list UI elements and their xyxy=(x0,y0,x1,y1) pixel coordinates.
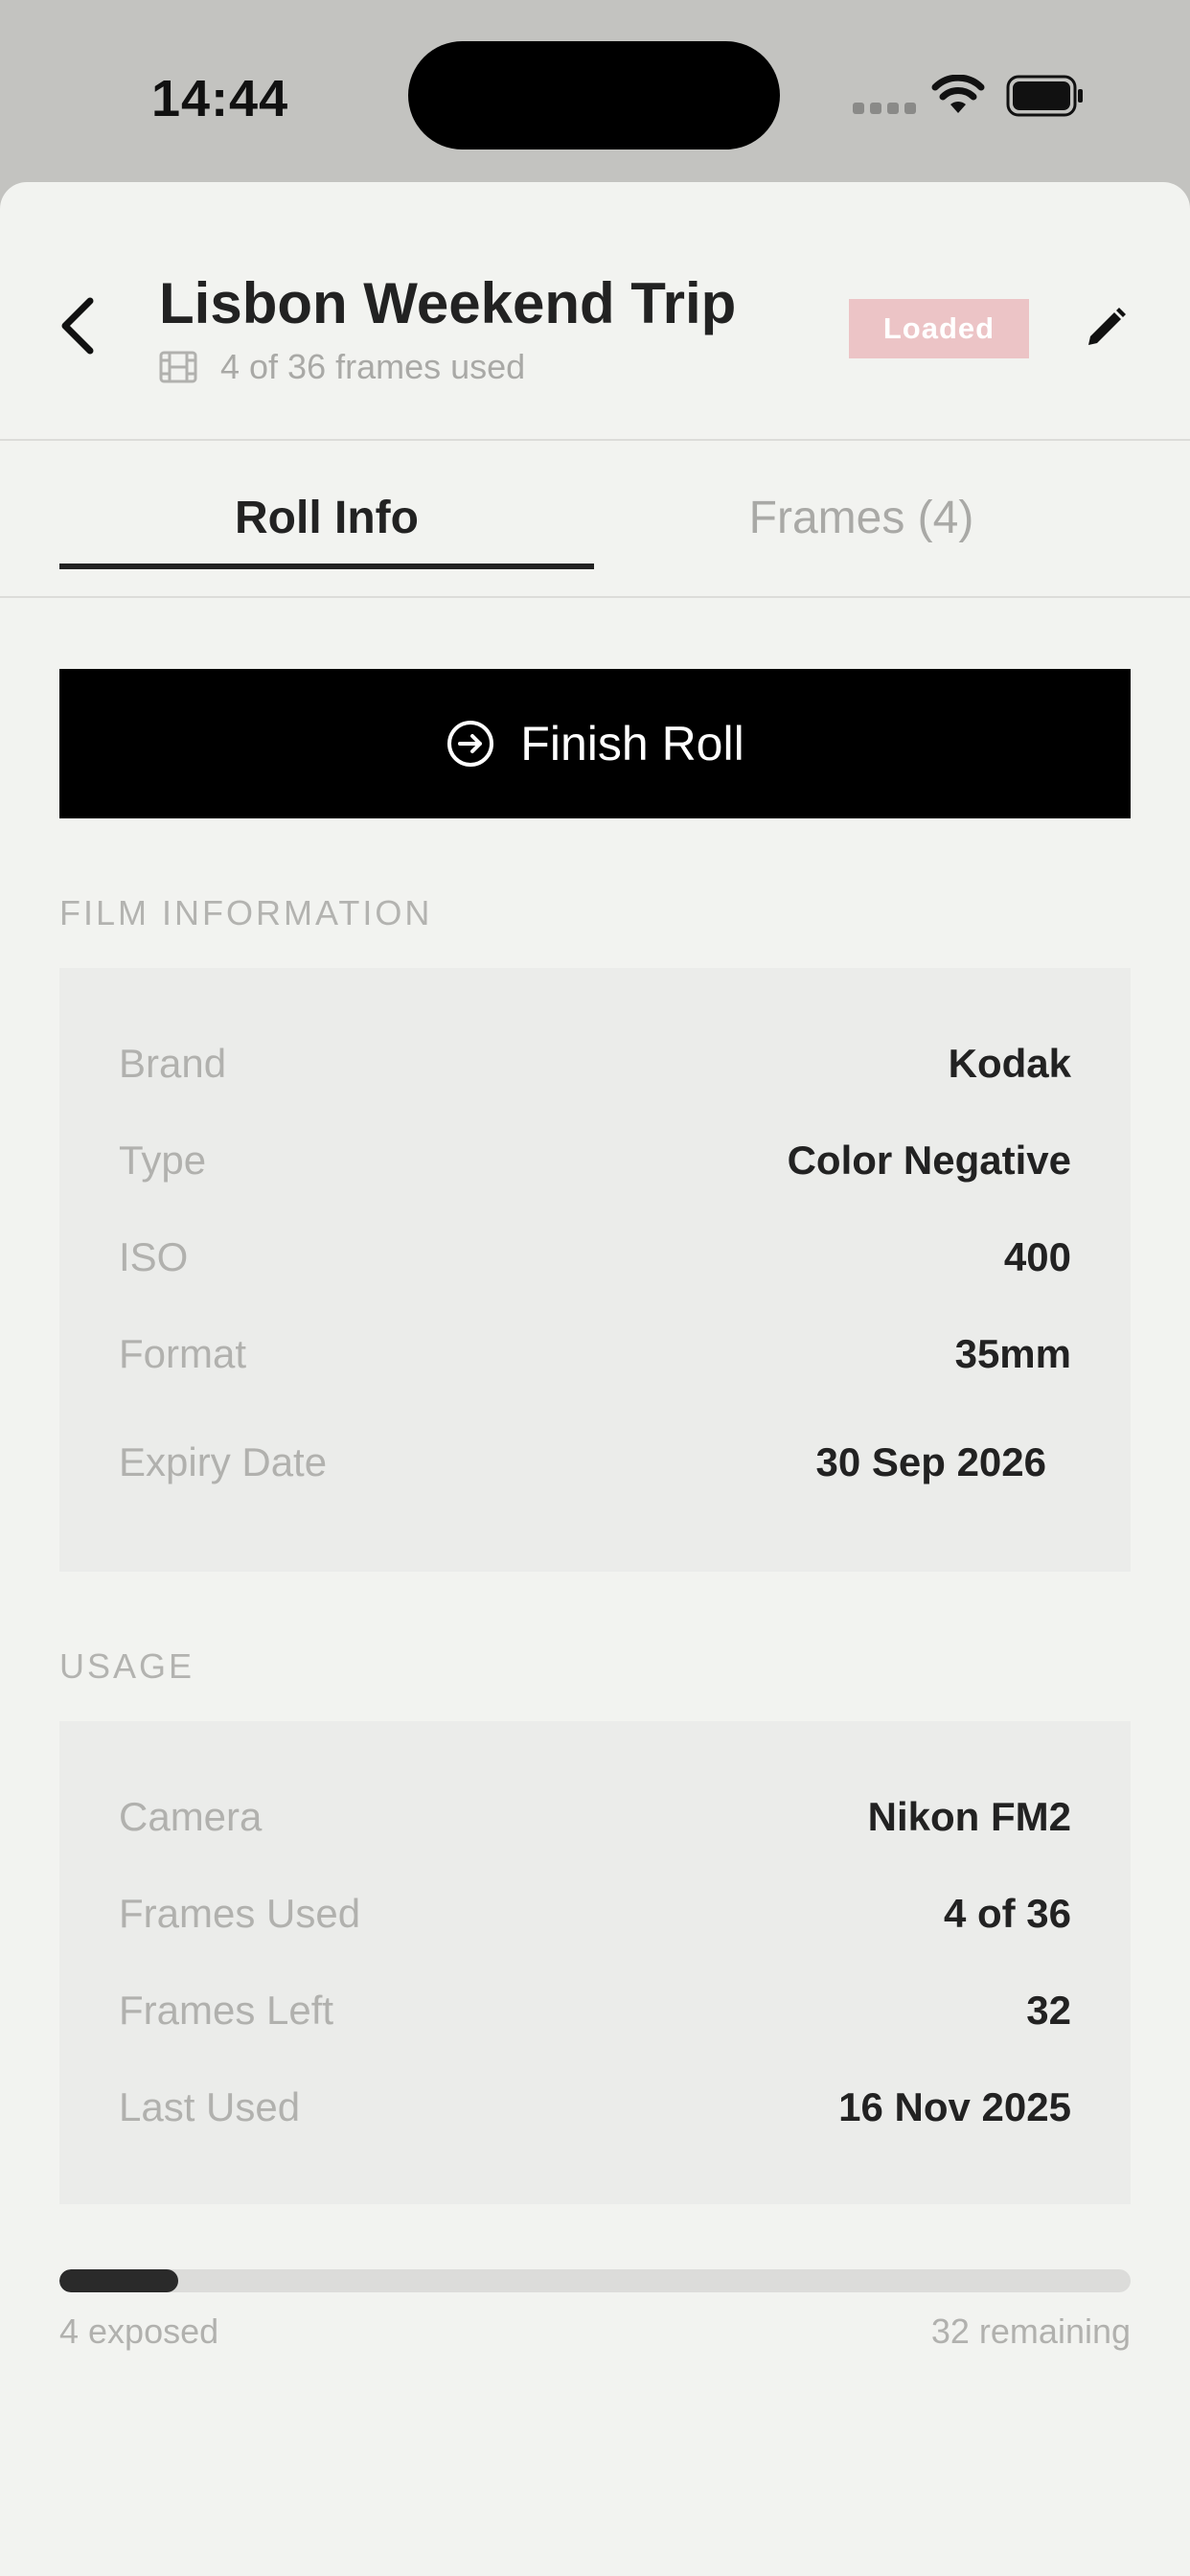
row-label: Frames Used xyxy=(119,1891,361,1936)
finish-roll-label: Finish Roll xyxy=(520,717,744,770)
row-value: 16 Nov 2025 xyxy=(838,2084,1071,2129)
frames-used-subtitle: 4 of 36 frames used xyxy=(159,347,525,387)
subtitle-text: 4 of 36 frames used xyxy=(220,347,526,386)
row-label: Type xyxy=(119,1138,207,1183)
row-label: Frames Left xyxy=(119,1988,334,2033)
dynamic-island xyxy=(408,41,780,150)
wifi-icon xyxy=(931,75,985,113)
battery-icon xyxy=(1006,75,1083,117)
info-row-type: Type Color Negative xyxy=(119,1132,1071,1189)
row-value: Kodak xyxy=(948,1041,1071,1086)
back-button[interactable] xyxy=(56,295,100,356)
row-label: Camera xyxy=(119,1794,263,1839)
status-time: 14:44 xyxy=(151,70,289,127)
tab-bar: Roll Info Frames (4) xyxy=(0,439,1190,598)
usage-row-frames-used: Frames Used 4 of 36 xyxy=(119,1885,1071,1943)
usage-heading: USAGE xyxy=(59,1646,195,1686)
film-icon xyxy=(159,351,197,383)
row-label: Brand xyxy=(119,1041,227,1086)
remaining-count: 32 remaining xyxy=(930,2312,1131,2351)
film-information-heading: FILM INFORMATION xyxy=(59,893,433,932)
status-badge: Loaded xyxy=(849,299,1029,358)
cellular-signal-icon xyxy=(853,102,922,119)
arrow-right-circle-icon xyxy=(447,721,494,767)
film-information-card: Brand Kodak Type Color Negative ISO 400 … xyxy=(59,968,1131,1572)
row-label: Expiry Date xyxy=(119,1439,328,1484)
status-bar: 14:44 xyxy=(0,0,1190,182)
row-value: Nikon FM2 xyxy=(867,1794,1071,1839)
row-value: 4 of 36 xyxy=(943,1891,1071,1936)
info-row-iso: ISO 400 xyxy=(119,1229,1071,1286)
frames-progress-bar xyxy=(59,2269,1131,2292)
tab-roll-info[interactable]: Roll Info xyxy=(59,439,594,596)
finish-roll-button[interactable]: Finish Roll xyxy=(59,669,1131,818)
row-value: 30 Sep 2026 xyxy=(815,1439,1046,1484)
header: Lisbon Weekend Trip 4 of 36 frames used … xyxy=(0,182,1190,441)
usage-row-last-used: Last Used 16 Nov 2025 xyxy=(119,2079,1071,2136)
row-label: Format xyxy=(119,1331,247,1376)
progress-fill xyxy=(59,2269,179,2292)
row-value: 32 xyxy=(1026,1988,1071,2033)
row-label: ISO xyxy=(119,1234,189,1279)
info-row-brand: Brand Kodak xyxy=(119,1035,1071,1092)
info-row-expiry-date[interactable]: Expiry Date 30 Sep 2026 xyxy=(119,1434,1046,1491)
row-value: Color Negative xyxy=(787,1138,1071,1183)
usage-row-frames-left: Frames Left 32 xyxy=(119,1982,1071,2039)
row-value: 400 xyxy=(1003,1234,1071,1279)
usage-row-camera: Camera Nikon FM2 xyxy=(119,1788,1071,1846)
info-row-format: Format 35mm xyxy=(119,1325,1071,1383)
roll-detail-sheet: Lisbon Weekend Trip 4 of 36 frames used … xyxy=(0,182,1190,2576)
tab-frames[interactable]: Frames (4) xyxy=(594,439,1129,596)
usage-card: Camera Nikon FM2 Frames Used 4 of 36 Fra… xyxy=(59,1721,1131,2204)
row-label: Last Used xyxy=(119,2084,301,2129)
active-tab-indicator xyxy=(59,564,594,569)
row-value: 35mm xyxy=(954,1331,1071,1376)
edit-button[interactable] xyxy=(1083,305,1129,351)
page-title: Lisbon Weekend Trip xyxy=(159,271,737,335)
exposed-count: 4 exposed xyxy=(59,2312,219,2351)
